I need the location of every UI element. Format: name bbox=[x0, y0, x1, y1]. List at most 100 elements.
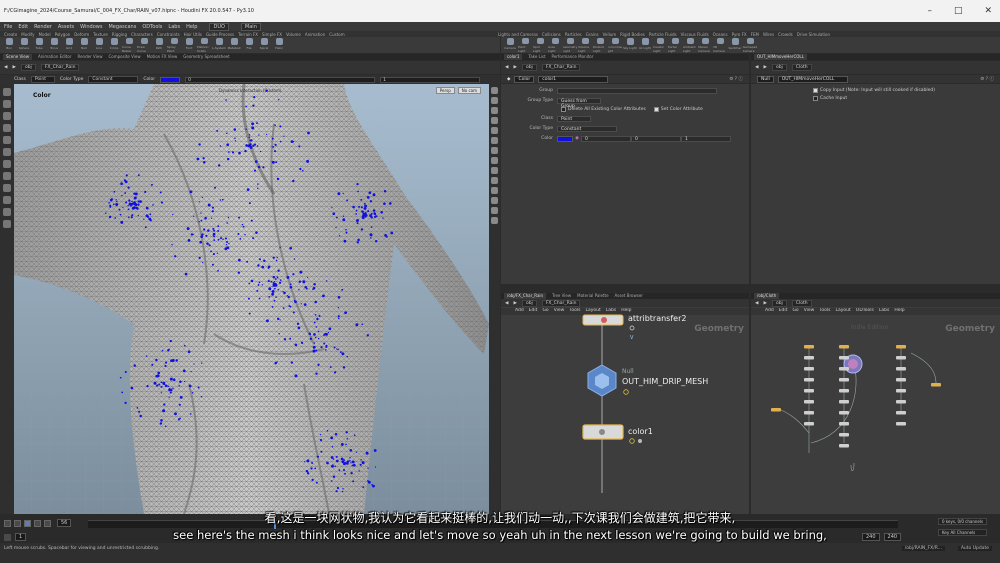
shelf-tool-switcher[interactable]: Switcher bbox=[728, 37, 742, 53]
shelf-tool-spray-paint[interactable]: Spray Paint bbox=[167, 37, 181, 53]
auto-update-select[interactable]: Auto Update bbox=[957, 546, 992, 551]
node-name-field[interactable]: color1 bbox=[538, 75, 609, 83]
shelf-tab-11[interactable]: Terrain FX bbox=[238, 32, 258, 37]
path-node[interactable]: Cloth bbox=[791, 64, 812, 71]
shelf-tab-6[interactable]: Rigging bbox=[112, 32, 127, 37]
ghost-icon[interactable] bbox=[491, 137, 498, 144]
shelf-tab-right-7[interactable]: Viscous Fluids bbox=[681, 32, 709, 37]
network-node[interactable] bbox=[804, 345, 814, 349]
network-node[interactable] bbox=[896, 356, 906, 360]
shelf-tool-vr-camera[interactable]: VR Camera bbox=[713, 37, 727, 53]
shelf-tool-l-system[interactable]: L-System bbox=[212, 37, 226, 53]
copy-input-checkbox[interactable] bbox=[813, 88, 818, 93]
network-node[interactable] bbox=[804, 367, 814, 371]
shelf-tab-right-5[interactable]: Rigid Bodies bbox=[620, 32, 645, 37]
shelf-tab-right-1[interactable]: Collisions bbox=[542, 32, 561, 37]
network-node[interactable] bbox=[804, 400, 814, 404]
forward-icon[interactable]: ▶ bbox=[12, 65, 15, 70]
network-node[interactable] bbox=[839, 411, 849, 415]
shelf-tool-path[interactable]: Path bbox=[152, 37, 166, 53]
shelf-tool-gamepad-camera[interactable]: Gamepad Camera bbox=[743, 37, 757, 53]
network-node[interactable] bbox=[839, 400, 849, 404]
shelf-tab-2[interactable]: Model bbox=[39, 32, 51, 37]
shelf-tool-helix[interactable]: Helix bbox=[272, 37, 286, 53]
shelf-tool-camera[interactable]: Camera bbox=[503, 37, 517, 53]
shelf-tool-sphere[interactable]: Sphere bbox=[17, 37, 31, 53]
maximize-icon[interactable]: □ bbox=[954, 6, 963, 16]
path-obj[interactable]: obj bbox=[521, 64, 537, 71]
network-node[interactable] bbox=[896, 422, 906, 426]
shelf-tool-spot-light[interactable]: Spot Light bbox=[533, 37, 547, 53]
shelf-tool-point-light[interactable]: Point Light bbox=[518, 37, 532, 53]
background-icon[interactable] bbox=[491, 167, 498, 174]
network-node[interactable] bbox=[839, 345, 849, 349]
network-editor-left[interactable]: /obj/FX_Char_Rain Tree View Material Palet… bbox=[501, 293, 749, 514]
shelf-tool-font[interactable]: Font bbox=[182, 37, 196, 53]
network-node[interactable] bbox=[804, 411, 814, 415]
cache-input-checkbox[interactable] bbox=[813, 96, 818, 101]
forward-icon[interactable]: ▶ bbox=[513, 65, 516, 70]
range-end-field[interactable]: 240 bbox=[862, 533, 880, 541]
back-icon[interactable]: ◀ bbox=[4, 65, 7, 70]
shelf-tool-grid[interactable]: Grid bbox=[62, 37, 76, 53]
shelf-tool-circle[interactable]: Circle bbox=[107, 37, 121, 53]
shelf-tool-spiral[interactable]: Spiral bbox=[257, 37, 271, 53]
lights-icon[interactable] bbox=[491, 147, 498, 154]
viewport-tab-3[interactable]: Composite View bbox=[109, 54, 141, 60]
display-flag-icon[interactable] bbox=[629, 325, 635, 331]
grouptype-select[interactable]: Guess from Group bbox=[557, 97, 601, 109]
shelf-tab-right-6[interactable]: Particle Fluids bbox=[649, 32, 677, 37]
param-tab-2[interactable]: Performance Monitor bbox=[552, 54, 594, 60]
color-flag-icon[interactable] bbox=[629, 438, 635, 444]
snap-icon[interactable] bbox=[3, 184, 11, 192]
shelf-tab-5[interactable]: Texture bbox=[93, 32, 108, 37]
play-icon[interactable] bbox=[34, 519, 41, 527]
forward-icon[interactable]: ▶ bbox=[763, 65, 766, 70]
pose-tool-icon[interactable] bbox=[3, 148, 11, 156]
network-node[interactable] bbox=[931, 383, 941, 387]
shelf-tab-0[interactable]: Create bbox=[4, 32, 17, 37]
menu-item-1[interactable]: Edit bbox=[18, 24, 28, 30]
range-start-field[interactable]: 1 bbox=[15, 533, 27, 541]
shelf-tab-right-2[interactable]: Particles bbox=[565, 32, 582, 37]
shelf-tab-right-3[interactable]: Grains bbox=[586, 32, 599, 37]
close-icon[interactable]: ✕ bbox=[984, 6, 992, 16]
network-node[interactable] bbox=[839, 367, 849, 371]
class-select[interactable]: Point bbox=[557, 115, 591, 122]
shelf-tab-13[interactable]: Volume bbox=[286, 32, 301, 37]
network-node[interactable] bbox=[839, 422, 849, 426]
stop-icon[interactable] bbox=[24, 519, 31, 527]
shelf-tool-line[interactable]: Line bbox=[92, 37, 106, 53]
shelf-tab-7[interactable]: Characters bbox=[131, 32, 153, 37]
safe-area-icon[interactable] bbox=[491, 177, 498, 184]
shelf-tab-10[interactable]: Guide Process bbox=[206, 32, 234, 37]
minimize-icon[interactable]: – bbox=[927, 6, 932, 16]
shelf-tab-right-0[interactable]: Lights and Cameras bbox=[498, 32, 538, 37]
shelf-tool-distant-light[interactable]: Distant Light bbox=[593, 37, 607, 53]
network-node[interactable] bbox=[839, 356, 849, 360]
time-cursor[interactable] bbox=[274, 521, 277, 529]
shelf-tool-null[interactable]: Null bbox=[77, 37, 91, 53]
viewport-tab-5[interactable]: Geometry Spreadsheet bbox=[183, 54, 229, 60]
shelf-tab-14[interactable]: Animation bbox=[305, 32, 325, 37]
view-tool-icon[interactable] bbox=[3, 160, 11, 168]
grid-icon[interactable] bbox=[491, 157, 498, 164]
set-color-checkbox[interactable] bbox=[653, 107, 659, 112]
desktop-selector[interactable]: Main bbox=[240, 22, 261, 31]
shelf-tab-right-11[interactable]: Wires bbox=[763, 32, 774, 37]
color-r-field[interactable]: 0 bbox=[185, 76, 376, 83]
scene-viewport[interactable]: Color Dynamics Interaction (Custom) Pers… bbox=[14, 84, 489, 514]
network-node[interactable] bbox=[771, 408, 781, 412]
network-node[interactable] bbox=[839, 433, 849, 437]
network-node[interactable] bbox=[839, 378, 849, 382]
path-obj[interactable]: obj bbox=[20, 64, 36, 71]
shading-icon[interactable] bbox=[491, 97, 498, 104]
wireframe-icon[interactable] bbox=[491, 107, 498, 114]
menu-item-7[interactable]: Labs bbox=[168, 24, 180, 30]
lock-icon[interactable] bbox=[3, 196, 11, 204]
node-name-field[interactable]: OUT_HIMmoveHerCOLL bbox=[777, 75, 848, 83]
shelf-tool-metaball[interactable]: Metaball bbox=[227, 37, 241, 53]
range-lock-icon[interactable] bbox=[4, 533, 11, 541]
viewport-tab-1[interactable]: Animation Editor bbox=[38, 54, 72, 60]
network-node[interactable] bbox=[896, 400, 906, 404]
